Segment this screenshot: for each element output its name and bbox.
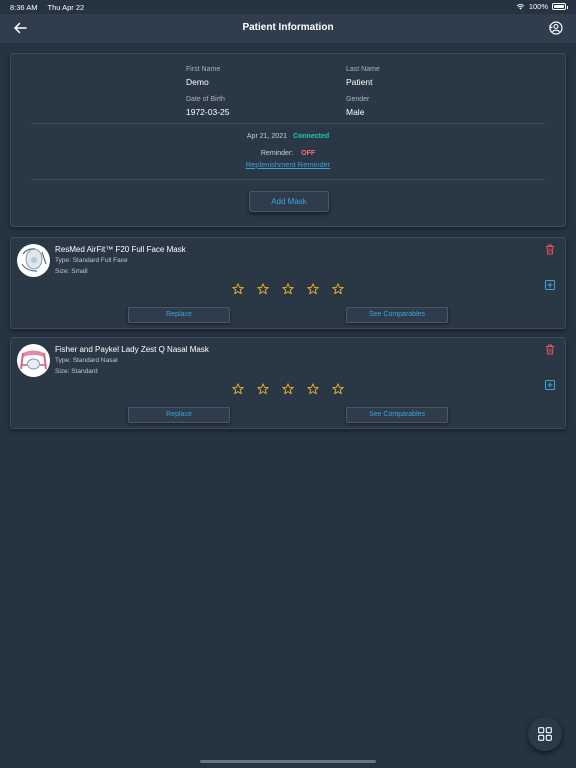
status-bar: 8:36 AM Thu Apr 22 100% — [0, 0, 576, 14]
page-title: Patient Information — [242, 22, 334, 33]
star-outline-icon[interactable] — [257, 283, 269, 295]
star-outline-icon[interactable] — [257, 383, 269, 395]
last-name-value: Patient — [346, 77, 373, 87]
last-name-field: Last Name Patient — [346, 66, 380, 87]
gender-value: Male — [346, 107, 365, 117]
star-outline-icon[interactable] — [332, 383, 344, 395]
gender-label: Gender — [346, 96, 370, 103]
replace-button[interactable]: Replace — [128, 407, 230, 423]
grid-menu-button[interactable] — [528, 717, 562, 751]
status-time: 8:36 AM — [10, 3, 38, 12]
patient-info-card: First Name Demo Last Name Patient Date o… — [10, 53, 566, 227]
dob-value: 1972-03-25 — [186, 107, 230, 117]
grid-icon — [538, 727, 552, 741]
mask-image — [17, 244, 50, 277]
mask-card: Fisher and Paykel Lady Zest Q Nasal Mask… — [10, 337, 566, 429]
last-name-label: Last Name — [346, 66, 380, 73]
add-mask-button[interactable]: Add Mask — [249, 191, 329, 212]
mask-size: Size: Small — [55, 268, 88, 275]
mask-type: Type: Standard Full Face — [55, 257, 128, 264]
mask-image — [17, 344, 50, 377]
trash-icon[interactable] — [545, 244, 555, 255]
star-outline-icon[interactable] — [282, 383, 294, 395]
trash-icon[interactable] — [545, 344, 555, 355]
see-comparables-button[interactable]: See Comparables — [346, 407, 448, 423]
star-outline-icon[interactable] — [307, 383, 319, 395]
divider — [31, 123, 545, 124]
mask-card: ResMed AirFit™ F20 Full Face Mask Type: … — [10, 237, 566, 329]
star-outline-icon[interactable] — [282, 283, 294, 295]
reminder-label: Reminder: — [260, 150, 294, 157]
mask-size: Size: Standard — [55, 368, 98, 375]
star-outline-icon[interactable] — [232, 383, 244, 395]
connected-date: Apr 21, 2021 — [246, 133, 287, 140]
gender-field: Gender Male — [346, 96, 369, 117]
wifi-icon — [516, 4, 525, 10]
battery-icon — [552, 3, 568, 10]
reminder-row: Reminder: OFF — [11, 150, 565, 157]
battery-percent: 100% — [528, 2, 548, 11]
mask-type: Type: Standard Nasal — [55, 357, 118, 364]
dob-field: Date of Birth 1972-03-25 — [186, 96, 229, 117]
see-comparables-button[interactable]: See Comparables — [346, 307, 448, 323]
dob-label: Date of Birth — [186, 96, 225, 103]
home-indicator[interactable] — [200, 760, 376, 763]
star-outline-icon[interactable] — [332, 283, 344, 295]
connected-status: Connected — [292, 133, 330, 140]
mask-name: Fisher and Paykel Lady Zest Q Nasal Mask — [55, 345, 209, 354]
reminder-status: OFF — [301, 150, 316, 157]
status-date: Thu Apr 22 — [47, 3, 85, 12]
replace-button[interactable]: Replace — [128, 307, 230, 323]
user-refresh-icon[interactable] — [548, 20, 564, 36]
star-rating — [11, 383, 565, 395]
divider — [31, 179, 545, 180]
navigation-bar: Patient Information — [0, 14, 576, 43]
star-rating — [11, 283, 565, 295]
first-name-field: First Name Demo — [186, 66, 220, 87]
first-name-label: First Name — [186, 66, 221, 73]
connection-row: Apr 21, 2021 Connected — [11, 133, 565, 140]
replenishment-reminder-link[interactable]: Replenishment Reminder — [11, 160, 565, 169]
star-outline-icon[interactable] — [307, 283, 319, 295]
mask-name: ResMed AirFit™ F20 Full Face Mask — [55, 245, 186, 254]
first-name-value: Demo — [186, 77, 209, 87]
star-outline-icon[interactable] — [232, 283, 244, 295]
